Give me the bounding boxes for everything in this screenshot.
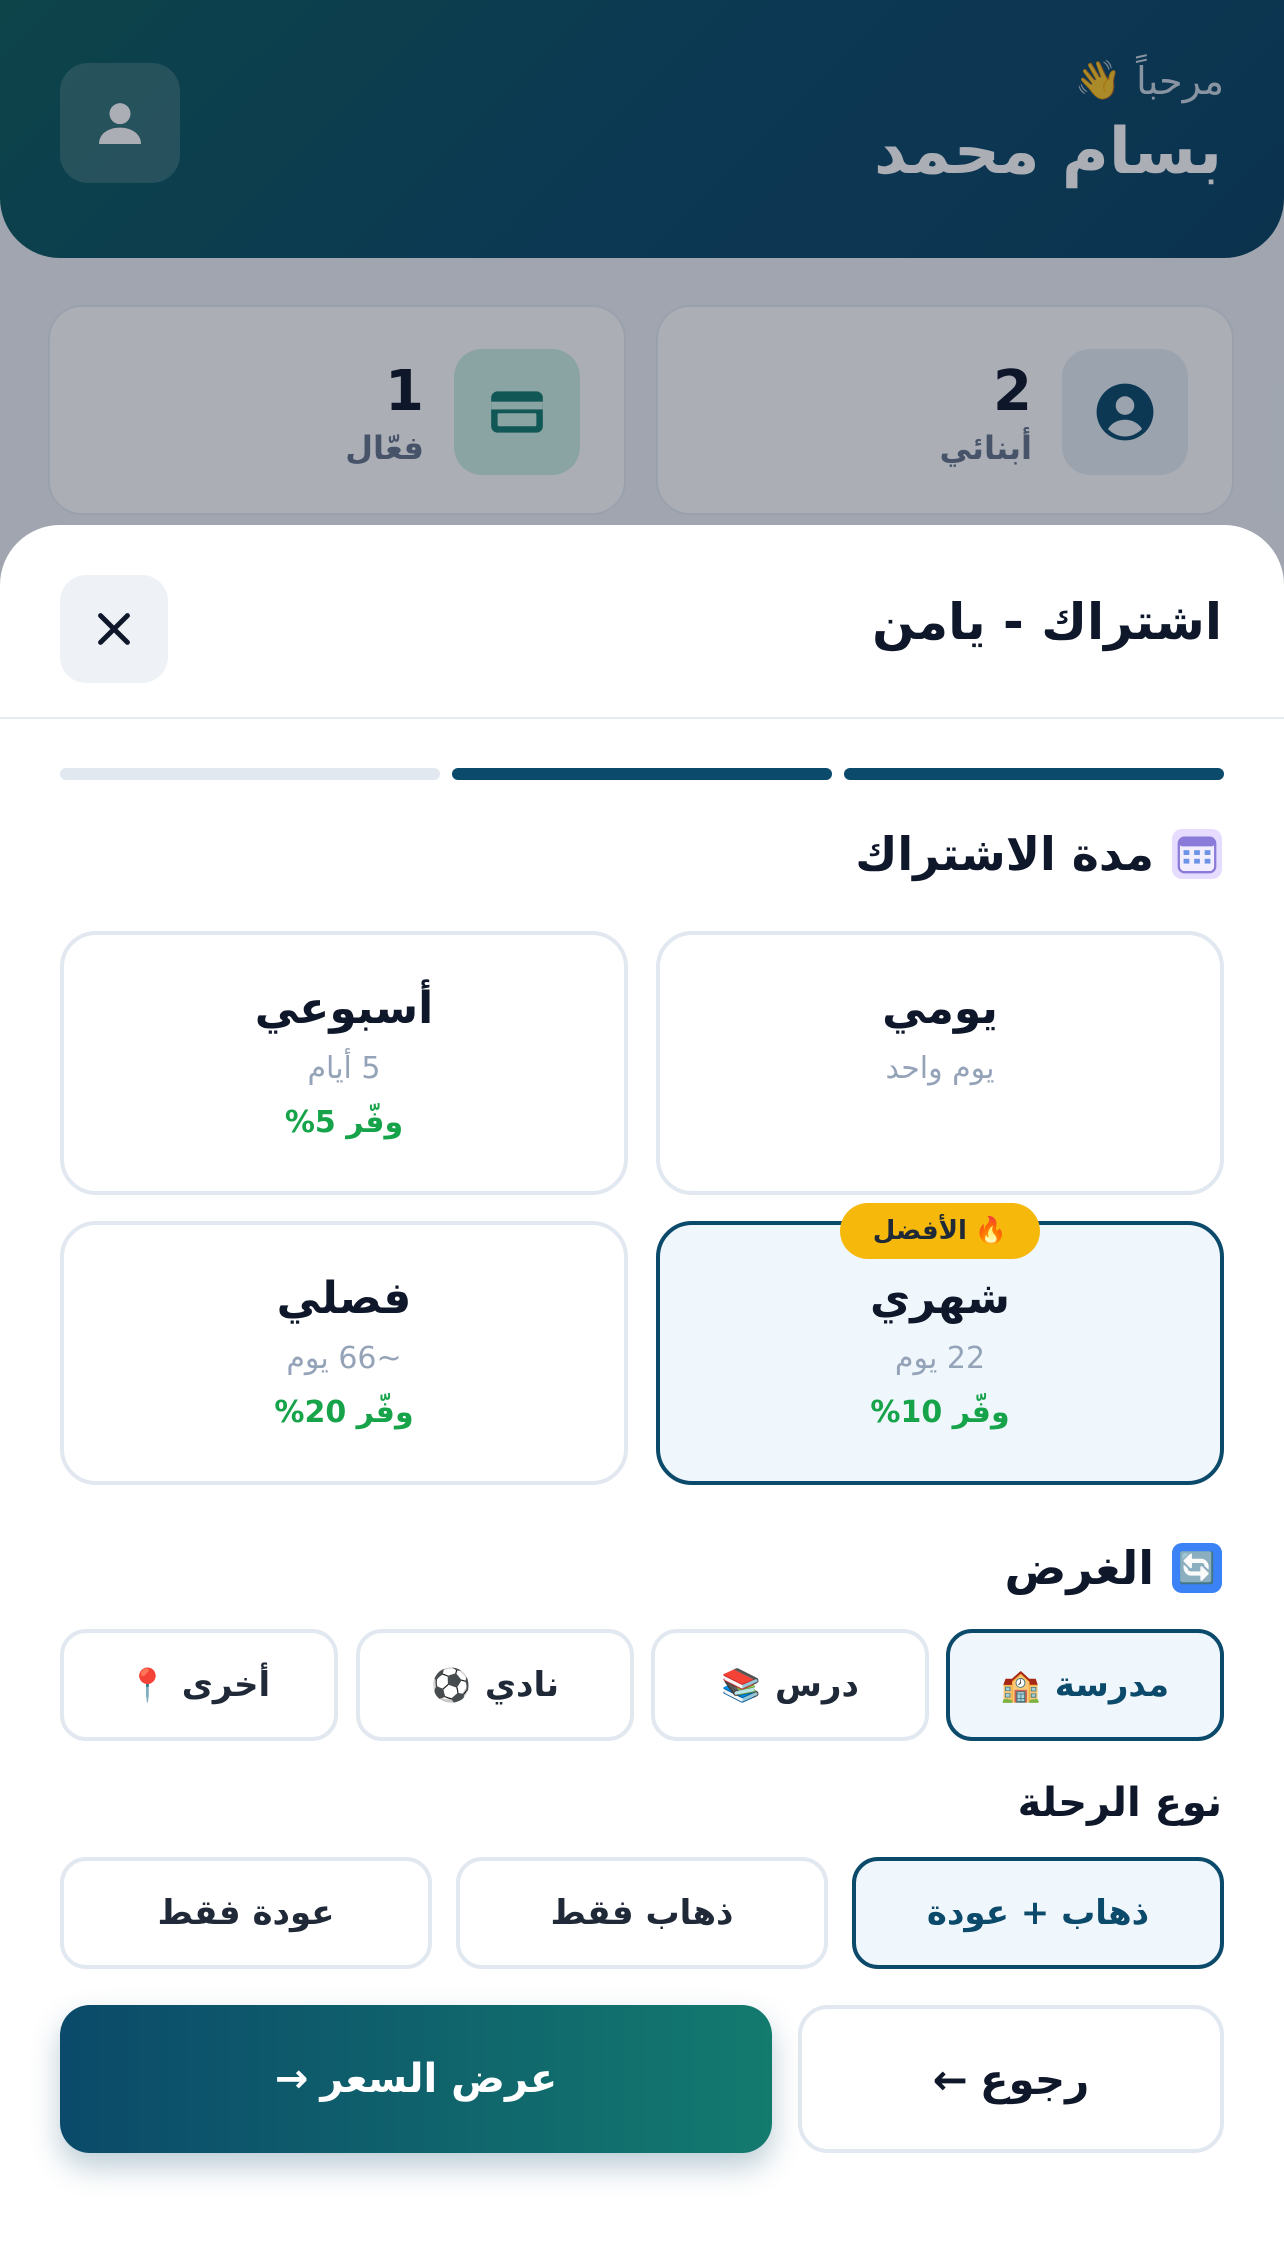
best-badge-label: الأفضل: [872, 1216, 967, 1246]
refresh-icon: 🔄: [1172, 1543, 1222, 1593]
progress-step-1: [844, 768, 1224, 780]
chip-label: عودة فقط: [157, 1893, 335, 1933]
step-progress: [60, 768, 1224, 780]
sheet-title: اشتراك - يامن: [872, 593, 1222, 651]
best-badge: 🔥 الأفضل: [840, 1203, 1040, 1259]
school-icon: 🏫: [1000, 1666, 1041, 1704]
close-icon: [98, 613, 130, 645]
trip-option-return-only[interactable]: عودة فقط: [60, 1857, 432, 1969]
chip-label: درس: [774, 1665, 859, 1705]
subscription-sheet: اشتراك - يامن مدة الاشتراك يومي يوم واحد…: [0, 525, 1284, 2250]
chip-label: أخرى: [181, 1665, 271, 1705]
purpose-section-title: 🔄 الغرض: [1004, 1541, 1222, 1595]
duration-days: يوم واحد: [885, 1051, 995, 1086]
duration-option-monthly[interactable]: 🔥 الأفضل شهري 22 يوم وفّر 10%: [656, 1203, 1224, 1485]
sheet-header: اشتراك - يامن: [0, 525, 1284, 719]
fire-icon: 🔥: [974, 1216, 1008, 1246]
chip-label: ذهاب فقط: [550, 1893, 734, 1933]
next-label: عرض السعر: [320, 2056, 558, 2102]
duration-days: ~66 يوم: [286, 1341, 402, 1376]
duration-title: مدة الاشتراك: [855, 827, 1154, 881]
duration-name: شهري: [869, 1273, 1010, 1324]
duration-section-title: مدة الاشتراك: [855, 827, 1222, 881]
trip-type-title: نوع الرحلة: [1017, 1780, 1222, 1826]
arrow-left-icon: ←: [932, 2054, 968, 2104]
show-price-button[interactable]: عرض السعر →: [60, 2005, 772, 2153]
duration-savings: وفّر 5%: [284, 1105, 404, 1140]
duration-name: يومي: [882, 983, 998, 1034]
duration-option-weekly[interactable]: أسبوعي 5 أيام وفّر 5%: [60, 931, 628, 1195]
duration-option-seasonal[interactable]: فصلي ~66 يوم وفّر 20%: [60, 1221, 628, 1485]
back-button[interactable]: رجوع ←: [798, 2005, 1224, 2153]
chip-label: نادي: [484, 1665, 559, 1705]
chip-label: مدرسة: [1054, 1665, 1170, 1705]
books-icon: 📚: [721, 1666, 761, 1704]
progress-step-3: [60, 768, 440, 780]
purpose-option-school[interactable]: مدرسة 🏫: [946, 1629, 1224, 1741]
progress-step-2: [452, 768, 832, 780]
purpose-option-lesson[interactable]: درس 📚: [651, 1629, 929, 1741]
duration-savings: وفّر 20%: [274, 1395, 414, 1430]
purpose-option-other[interactable]: أخرى 📍: [60, 1629, 338, 1741]
back-label: رجوع: [979, 2054, 1090, 2104]
duration-savings: وفّر 10%: [870, 1395, 1010, 1430]
close-button[interactable]: [60, 575, 168, 683]
duration-days: 22 يوم: [894, 1341, 986, 1376]
duration-name: أسبوعي: [254, 983, 434, 1034]
arrow-right-icon: →: [274, 2056, 309, 2102]
trip-option-round[interactable]: ذهاب + عودة: [852, 1857, 1224, 1969]
duration-days: 5 أيام: [307, 1051, 381, 1086]
purpose-option-club[interactable]: نادي ⚽: [356, 1629, 634, 1741]
calendar-icon: [1172, 829, 1222, 879]
soccer-ball-icon: ⚽: [431, 1666, 471, 1704]
chip-label: ذهاب + عودة: [926, 1893, 1150, 1933]
purpose-title: الغرض: [1004, 1541, 1155, 1595]
pin-icon: 📍: [127, 1666, 168, 1704]
duration-name: فصلي: [276, 1273, 412, 1324]
trip-option-go-only[interactable]: ذهاب فقط: [456, 1857, 828, 1969]
duration-option-daily[interactable]: يومي يوم واحد: [656, 931, 1224, 1195]
